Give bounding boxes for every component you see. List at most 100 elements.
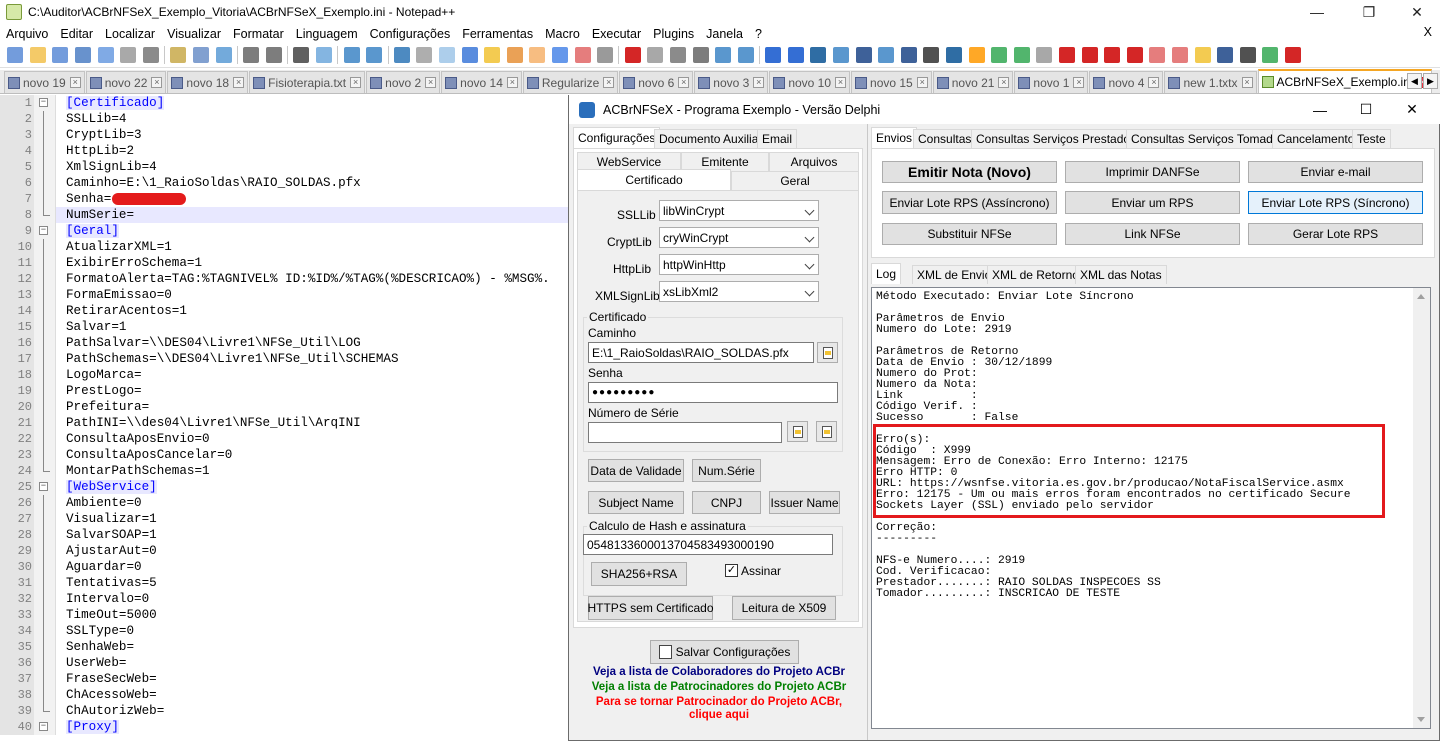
close-tab-icon[interactable]: × (753, 77, 765, 88)
toolbar-tool-icon[interactable] (316, 47, 333, 63)
scroll-up-icon[interactable] (1417, 294, 1425, 299)
link-colaboradores[interactable]: Veja a lista de Colaboradores do Projeto… (579, 666, 859, 678)
toolbar-tool-icon[interactable] (833, 47, 850, 63)
toolbar-tool-icon[interactable] (438, 47, 455, 63)
assinar-checkbox[interactable]: ✓ (725, 564, 738, 577)
enviar-lote-sincrono-button[interactable]: Enviar Lote RPS (Síncrono) (1248, 191, 1423, 214)
select-cert-file-button[interactable] (816, 421, 837, 442)
file-tab[interactable]: new 1.txtx × (1164, 71, 1257, 93)
tab-log[interactable]: Log (871, 263, 902, 284)
editor-line[interactable]: 36 UserWeb= (0, 655, 568, 671)
editor-line[interactable]: 16 PathSalvar=\\DES04\Livre1\NFSe_Util\LO… (0, 335, 568, 351)
editor-line[interactable]: 20 Prefeitura= (0, 399, 568, 415)
fold-toggle-icon[interactable]: − (39, 226, 48, 235)
data-validade-button[interactable]: Data de Validade (588, 459, 684, 482)
toolbar-tool-icon[interactable] (787, 47, 804, 63)
menu-ferramentas[interactable]: Ferramentas (456, 27, 539, 41)
editor-line[interactable]: 7 Senha= (0, 191, 568, 207)
close-tab-icon[interactable]: × (151, 77, 163, 88)
close-tab-icon[interactable]: × (1148, 77, 1160, 88)
leitura-x509-button[interactable]: Leitura de X509 (732, 596, 836, 620)
toolbar-tool-icon[interactable] (647, 47, 664, 63)
toolbar-tool-icon[interactable] (1013, 47, 1030, 63)
subtab-arquivos[interactable]: Arquivos (769, 152, 859, 171)
salvar-configuracoes-button[interactable]: Salvar Configurações (650, 640, 799, 664)
toolbar-tool-icon[interactable] (715, 47, 732, 63)
menu-executar[interactable]: Executar (586, 27, 647, 41)
toolbar-tool-icon[interactable] (366, 47, 383, 63)
select-cert-button[interactable] (787, 421, 808, 442)
tab-xml-retorno[interactable]: XML de Retorno (987, 265, 1084, 284)
file-tab[interactable]: novo 3 × (694, 71, 769, 93)
toolbar-tool-icon[interactable] (737, 47, 754, 63)
tab-consultas-tomados[interactable]: Consultas Serviços Tomados (1126, 129, 1291, 148)
toolbar-tool-icon[interactable] (529, 47, 546, 63)
close-tab-icon[interactable]: × (350, 77, 362, 88)
editor-line[interactable]: 11 ExibirErroSchema=1 (0, 255, 568, 271)
cnpj-button[interactable]: CNPJ (692, 491, 761, 514)
toolbar-tool-icon[interactable] (1284, 47, 1301, 63)
file-tab[interactable]: novo 14 × (441, 71, 522, 93)
tab-scroll-left-button[interactable]: ◀ (1407, 73, 1422, 89)
toolbar-tool-icon[interactable] (343, 47, 360, 63)
file-tab[interactable]: novo 21 × (932, 71, 1014, 93)
close-tab-icon[interactable]: × (916, 77, 928, 88)
file-tab[interactable]: novo 18 × (167, 71, 249, 93)
link-tornar-patrocinador[interactable]: Para se tornar Patrocinador do Projeto A… (579, 696, 859, 708)
editor-line[interactable]: 33 TimeOut=5000 (0, 607, 568, 623)
tab-consultas[interactable]: Consultas (913, 129, 977, 148)
toolbar-tool-icon[interactable] (765, 47, 782, 63)
acbr-close-button[interactable]: ✕ (1389, 95, 1435, 124)
toolbar-tool-icon[interactable] (1126, 47, 1143, 63)
menu-localizar[interactable]: Localizar (99, 27, 161, 41)
log-memo[interactable]: Método Executado: Enviar Lote Síncrono P… (871, 287, 1431, 729)
enviar-lote-assincrono-button[interactable]: Enviar Lote RPS (Assíncrono) (882, 191, 1057, 214)
menu-editar[interactable]: Editar (54, 27, 99, 41)
editor-line[interactable]: 5 XmlSignLib=4 (0, 159, 568, 175)
editor-line[interactable]: 9− [Geral] (0, 223, 568, 239)
toolbar-tool-icon[interactable] (855, 47, 872, 63)
toolbar-tool-icon[interactable] (1239, 47, 1256, 63)
toolbar-tool-icon[interactable] (624, 47, 641, 63)
editor-line[interactable]: 26 Ambiente=0 (0, 495, 568, 511)
imprimir-danfse-button[interactable]: Imprimir DANFSe (1065, 161, 1240, 183)
close-tab-icon[interactable]: × (603, 77, 615, 88)
editor-line[interactable]: 30 Aguardar=0 (0, 559, 568, 575)
enviar-email-button[interactable]: Enviar e-mail (1248, 161, 1423, 183)
close-button[interactable]: ✕ (1394, 0, 1440, 24)
menu-formatar[interactable]: Formatar (227, 27, 290, 41)
file-tab[interactable]: novo 10 × (769, 71, 851, 93)
editor-line[interactable]: 6 Caminho=E:\1_RaioSoldas\RAIO_SOLDAS.pfx (0, 175, 568, 191)
sha256-rsa-button[interactable]: SHA256+RSA (591, 562, 687, 586)
toolbar-tool-icon[interactable] (243, 47, 260, 63)
toolbar-tool-icon[interactable] (52, 47, 69, 63)
tab-xml-notas[interactable]: XML das Notas (1075, 265, 1167, 284)
toolbar-tool-icon[interactable] (265, 47, 282, 63)
tab-xml-envio[interactable]: XML de Envio (912, 265, 997, 284)
editor-line[interactable]: 29 AjustarAut=0 (0, 543, 568, 559)
file-tab[interactable]: novo 1 × (1014, 71, 1089, 93)
menu-plugins[interactable]: Plugins (647, 27, 700, 41)
enviar-um-rps-button[interactable]: Enviar um RPS (1065, 191, 1240, 214)
editor-line[interactable]: 40− [Proxy] (0, 719, 568, 735)
toolbar-tool-icon[interactable] (170, 47, 187, 63)
toolbar-tool-icon[interactable] (574, 47, 591, 63)
acbr-minimize-button[interactable]: — (1297, 95, 1343, 124)
editor-line[interactable]: 14 RetirarAcentos=1 (0, 303, 568, 319)
toolbar-tool-icon[interactable] (393, 47, 410, 63)
editor-line[interactable]: 38 ChAcessoWeb= (0, 687, 568, 703)
editor-line[interactable]: 34 SSLType=0 (0, 623, 568, 639)
num-serie-button[interactable]: Num.Série (692, 459, 761, 482)
file-tab[interactable]: Fisioterapia.txt × (249, 71, 366, 93)
file-tab[interactable]: novo 22 × (85, 71, 167, 93)
browse-file-button[interactable] (817, 342, 838, 363)
toolbar-tool-icon[interactable] (1081, 47, 1098, 63)
editor-line[interactable]: 25− [WebService] (0, 479, 568, 495)
subtab-geral[interactable]: Geral (731, 171, 859, 190)
fold-toggle-icon[interactable]: − (39, 482, 48, 491)
editor-line[interactable]: 1− [Certificado] (0, 95, 568, 111)
close-tab-icon[interactable]: × (678, 77, 690, 88)
toolbar-tool-icon[interactable] (484, 47, 501, 63)
maximize-button[interactable]: ❐ (1346, 0, 1392, 24)
subject-name-button[interactable]: Subject Name (588, 491, 684, 514)
